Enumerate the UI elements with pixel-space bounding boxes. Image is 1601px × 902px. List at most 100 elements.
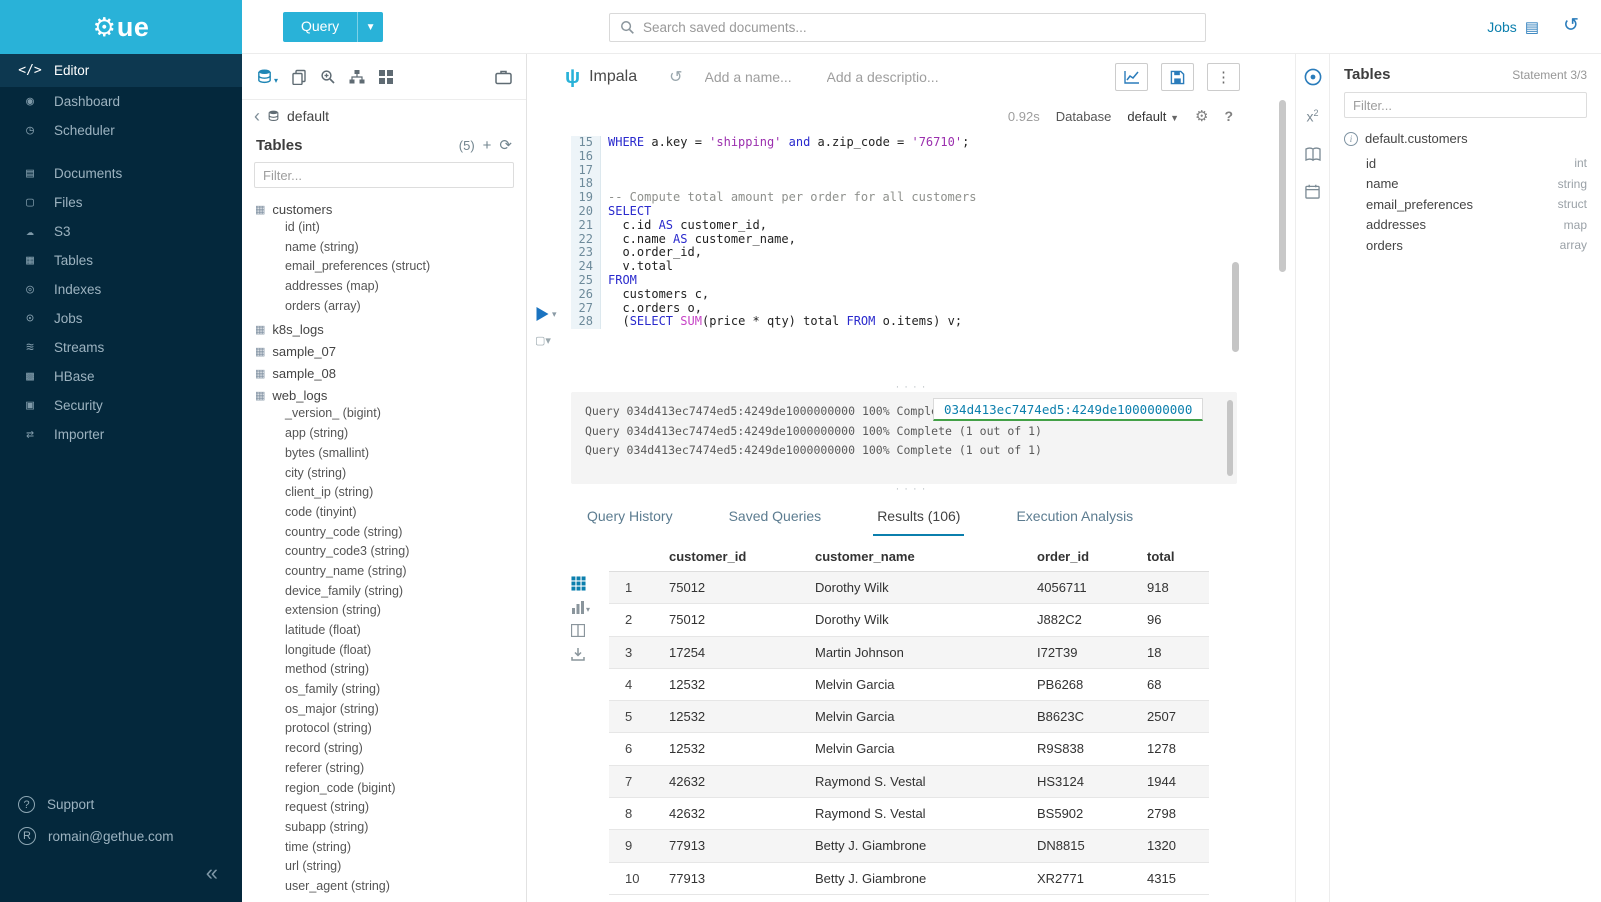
assist-column[interactable]: latitude (float) [255, 623, 526, 643]
tab-query-history[interactable]: Query History [583, 502, 677, 536]
assist-column[interactable]: id (int) [255, 220, 526, 240]
tab-execution-analysis[interactable]: Execution Analysis [1012, 502, 1137, 536]
assist-table-customers[interactable]: ▦customers [255, 198, 526, 220]
briefcase-icon[interactable] [495, 69, 512, 85]
assist-column[interactable]: extension (string) [255, 603, 526, 623]
assist-column[interactable]: subapp (string) [255, 820, 526, 840]
result-row[interactable]: 275012Dorothy WilkJ882C296 [609, 604, 1209, 636]
result-row[interactable]: 512532Melvin GarciaB8623C2507 [609, 701, 1209, 733]
assist-column[interactable]: referer (string) [255, 761, 526, 781]
settings-gear-icon[interactable]: ⚙ [1195, 107, 1208, 125]
sidebar-item-security[interactable]: ▣Security [0, 391, 242, 420]
query-history-icon[interactable]: ↺ [1563, 14, 1579, 37]
query-name-input[interactable] [705, 69, 805, 85]
assist-table-web-logs[interactable]: ▦web_logs [255, 384, 526, 406]
schedule-calendar-icon[interactable] [1305, 184, 1320, 199]
active-table-row[interactable]: i default.customers [1344, 131, 1587, 146]
apps-grid-icon[interactable] [378, 69, 394, 85]
assist-column[interactable]: time (string) [255, 840, 526, 860]
database-selector[interactable]: default ▼ [1127, 109, 1179, 124]
tab-saved-queries[interactable]: Saved Queries [725, 502, 826, 536]
new-query-button[interactable]: Query ▼ [283, 12, 383, 42]
assist-column[interactable]: os_family (string) [255, 682, 526, 702]
search-input[interactable] [643, 20, 1195, 35]
result-row[interactable]: 612532Melvin GarciaR9S8381278 [609, 733, 1209, 765]
assist-column[interactable]: code (tinyint) [255, 505, 526, 525]
assist-column[interactable]: _version_ (bigint) [255, 406, 526, 426]
save-button[interactable] [1161, 63, 1194, 91]
log-scrollbar[interactable] [1227, 400, 1233, 476]
snippet-history-icon[interactable]: ↺ [669, 67, 682, 87]
sidebar-item-scheduler[interactable]: ◷Scheduler [0, 116, 242, 145]
result-row[interactable]: 175012Dorothy Wilk4056711918 [609, 572, 1209, 604]
sidebar-item-jobs[interactable]: ⊙Jobs [0, 304, 242, 333]
results-column-header[interactable] [609, 542, 659, 571]
sidebar-item-tables[interactable]: ▦Tables [0, 246, 242, 275]
assist-column[interactable]: record (string) [255, 741, 526, 761]
assist-column[interactable]: url (string) [255, 859, 526, 879]
assistant-compass-icon[interactable] [1304, 68, 1322, 86]
assist-column[interactable]: city (string) [255, 466, 526, 486]
main-scrollbar[interactable] [1279, 100, 1286, 272]
sidebar-item-documents[interactable]: ▤Documents [0, 159, 242, 188]
sidebar-collapse-button[interactable]: « [0, 852, 242, 896]
assist-column[interactable]: device_family (string) [255, 584, 526, 604]
right-column-orders[interactable]: ordersarray [1344, 235, 1587, 256]
refresh-icon[interactable]: ⟳ [499, 136, 512, 154]
sidebar-item-hbase[interactable]: ▩HBase [0, 362, 242, 391]
assist-column[interactable]: longitude (float) [255, 643, 526, 663]
assist-column[interactable]: orders (array) [255, 299, 526, 319]
right-column-name[interactable]: namestring [1344, 174, 1587, 195]
add-table-icon[interactable]: + [483, 137, 492, 154]
assist-column[interactable]: country_code3 (string) [255, 544, 526, 564]
tab-results-106[interactable]: Results (106) [873, 502, 964, 536]
execute-button[interactable]: ▾ [535, 306, 557, 322]
right-filter-input[interactable] [1344, 92, 1587, 118]
editor-scrollbar[interactable] [1232, 262, 1239, 352]
chart-button[interactable] [1115, 63, 1148, 91]
result-row[interactable]: 842632Raymond S. VestalBS59022798 [609, 798, 1209, 830]
results-column-header[interactable]: total [1137, 542, 1209, 571]
chevron-left-icon[interactable]: ‹ [254, 107, 260, 125]
format-button[interactable]: ▢▾ [535, 334, 551, 347]
results-column-header[interactable]: customer_id [659, 542, 805, 571]
jobs-link[interactable]: Jobs ▤ [1487, 0, 1539, 54]
result-row[interactable]: 1077913Betty J. GiambroneXR27714315 [609, 863, 1209, 895]
databases-source-icon[interactable]: ▾ [256, 68, 278, 85]
right-column-id[interactable]: idint [1344, 153, 1587, 174]
resize-handle-bottom[interactable] [527, 484, 1295, 494]
sidebar-item-importer[interactable]: ⇄Importer [0, 420, 242, 449]
grid-view-icon[interactable] [571, 576, 586, 591]
query-dropdown-caret-icon[interactable]: ▼ [357, 12, 383, 42]
code-editor[interactable]: 15WHERE a.key = 'shipping' and a.zip_cod… [571, 136, 1237, 382]
breadcrumb-database[interactable]: default [287, 108, 329, 124]
results-column-header[interactable]: order_id [1027, 542, 1137, 571]
assist-table-k8s-logs[interactable]: ▦k8s_logs [255, 318, 526, 340]
assist-column[interactable]: request (string) [255, 800, 526, 820]
assist-column[interactable]: country_name (string) [255, 564, 526, 584]
sidebar-item-editor[interactable]: </>Editor [0, 54, 242, 87]
sidebar-item-support[interactable]: ? Support [0, 789, 242, 820]
result-row[interactable]: 412532Melvin GarciaPB626868 [609, 669, 1209, 701]
assist-column[interactable]: addresses (map) [255, 279, 526, 299]
assist-column[interactable]: name (string) [255, 240, 526, 260]
assist-column[interactable]: user_agent (string) [255, 879, 526, 896]
assist-filter-input[interactable] [254, 162, 514, 188]
language-reference-book-icon[interactable] [1305, 147, 1321, 162]
assist-column[interactable]: region_code (bigint) [255, 781, 526, 801]
hue-logo[interactable]: ⚙ ue [0, 0, 242, 54]
sidebar-item-files[interactable]: ▢Files [0, 188, 242, 217]
assist-column[interactable]: client_ip (string) [255, 485, 526, 505]
assist-table-sample-07[interactable]: ▦sample_07 [255, 340, 526, 362]
sidebar-item-dashboard[interactable]: ◉Dashboard [0, 87, 242, 116]
resize-handle-top[interactable] [527, 382, 1295, 392]
documents-source-icon[interactable] [291, 69, 307, 85]
results-column-header[interactable]: customer_name [805, 542, 1027, 571]
functions-icon[interactable]: x2 [1306, 108, 1318, 125]
result-row[interactable]: 977913Betty J. GiambroneDN88151320 [609, 830, 1209, 862]
assist-column[interactable]: app (string) [255, 426, 526, 446]
download-icon[interactable] [571, 647, 585, 661]
assist-column[interactable]: protocol (string) [255, 721, 526, 741]
sidebar-item-user[interactable]: R romain@gethue.com [0, 820, 242, 852]
assist-column[interactable]: bytes (smallint) [255, 446, 526, 466]
